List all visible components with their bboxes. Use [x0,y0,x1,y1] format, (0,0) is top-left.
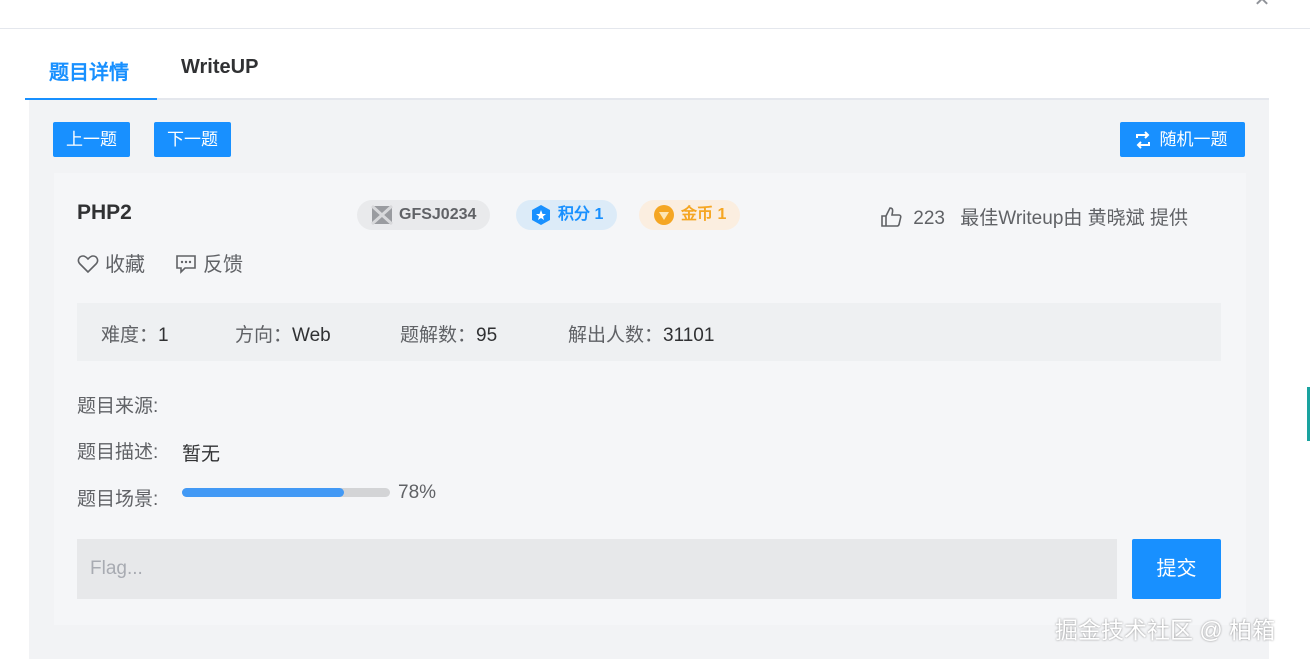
challenge-id-text: GFSJ0234 [399,206,477,223]
scene-progress-fill [182,488,345,497]
source-label: 题目来源: [77,396,159,417]
prev-challenge-button[interactable]: 上一题 [53,122,130,157]
challenge-id-icon [371,205,393,225]
heart-icon [77,255,99,274]
score-star-icon [532,205,550,225]
solutions-label: 题解数： [400,325,477,346]
favorite-button[interactable]: 收藏 [77,248,145,277]
feedback-label: 反馈 [203,254,243,276]
challenge-title: PHP2 [77,201,132,224]
solvers-label: 解出人数： [568,325,664,346]
like-info: 223 最佳Writeup由 黄晓斌 提供 [880,203,1188,230]
coin-icon [654,205,674,225]
flag-input[interactable] [77,539,1117,599]
description-label: 题目描述: [77,442,159,463]
challenge-panel: 上一题 下一题 随机一题 PHP2 GFSJ0234 积分 1 金币 1 223… [29,100,1269,659]
modal-top-bar: ✕ [0,0,1310,29]
solutions-value: 95 [476,325,498,346]
random-challenge-label: 随机一题 [1159,130,1228,149]
feedback-button[interactable]: 反馈 [175,248,243,277]
best-writeup-credit: 最佳Writeup由 黄晓斌 提供 [960,208,1188,229]
difficulty-value: 1 [158,325,169,346]
thumbs-up-icon[interactable] [880,206,902,228]
like-count: 223 [913,208,945,229]
close-icon[interactable]: ✕ [1252,0,1272,10]
stat-solutions: 题解数：95 [400,320,497,347]
tab-writeup[interactable]: WriteUP [181,56,258,79]
difficulty-label: 难度： [101,325,159,346]
submit-flag-button[interactable]: 提交 [1132,539,1221,599]
scene-progress-bar [182,488,390,497]
stat-direction: 方向：Web [235,320,331,347]
score-label: 积分 1 [558,206,604,223]
favorite-label: 收藏 [105,254,145,276]
direction-label: 方向： [235,325,293,346]
shuffle-icon [1136,131,1150,149]
scene-progress-text: 78% [398,482,437,503]
challenge-card: PHP2 GFSJ0234 积分 1 金币 1 223 最佳Writeup由 黄… [54,173,1246,625]
coin-label: 金币 1 [681,206,727,223]
coin-badge: 金币 1 [639,200,741,230]
solvers-value: 31101 [663,325,715,346]
direction-value: Web [292,325,331,346]
challenge-id-badge: GFSJ0234 [357,200,491,230]
tab-bar: 题目详情 WriteUP [25,30,1269,100]
score-badge: 积分 1 [516,200,618,230]
scene-label: 题目场景: [77,489,159,510]
random-challenge-button[interactable]: 随机一题 [1120,122,1245,157]
stat-difficulty: 难度：1 [101,320,169,347]
tab-challenge-details[interactable]: 题目详情 [49,56,129,85]
next-challenge-button[interactable]: 下一题 [154,122,231,157]
watermark: 掘金技术社区 @ 柏箱 [1055,617,1276,643]
description-value: 暂无 [182,444,221,465]
comment-icon [176,255,196,274]
stats-bar: 难度：1 方向：Web 题解数：95 解出人数：31101 [77,303,1221,361]
stat-solvers: 解出人数：31101 [568,320,714,347]
